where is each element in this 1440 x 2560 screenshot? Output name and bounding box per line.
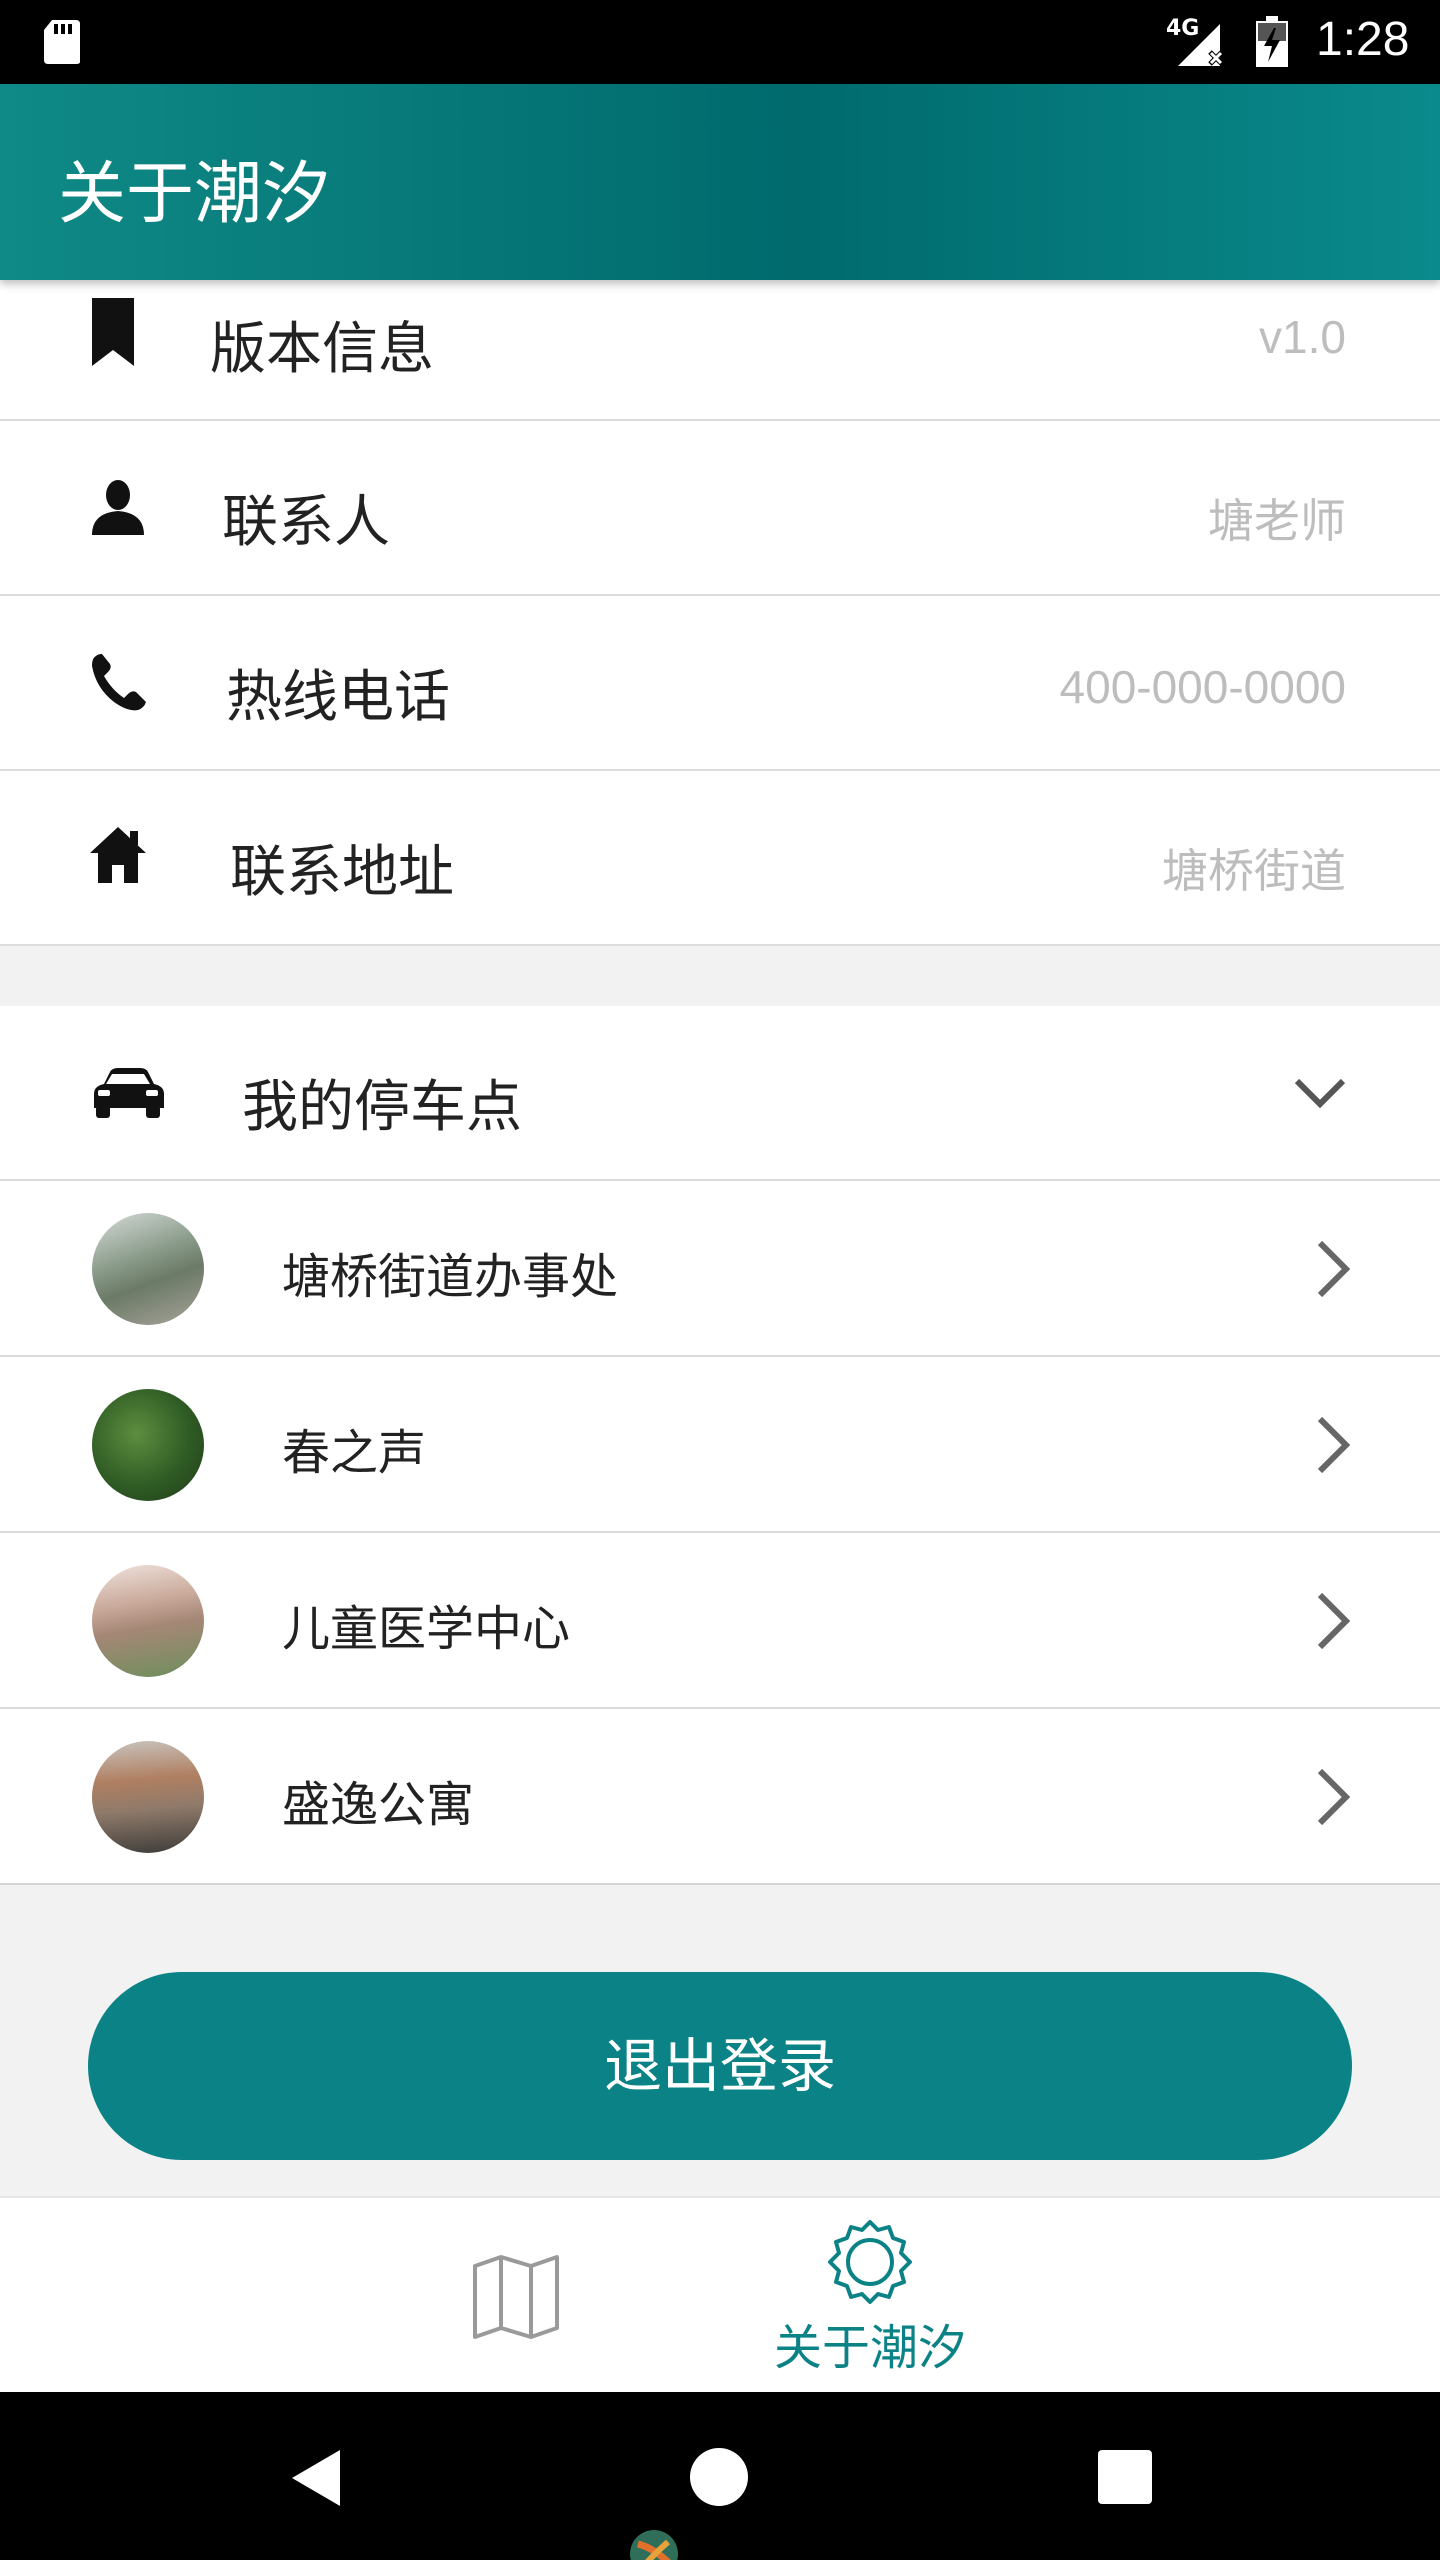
parking-item-label: 儿童医学中心 [282,1601,571,1657]
hotline-label: 热线电话 [226,665,450,730]
version-value: v1.0 [1259,311,1346,363]
chevron-right-icon [1317,1416,1351,1474]
parking-header[interactable]: 我的停车点 [0,1006,1440,1181]
parking-thumbnail [92,1565,204,1677]
info-list: 版本信息 v1.0 联系人 塘老师 热线电话 400-000-0000 联系地址… [0,280,1440,946]
car-icon [94,1068,164,1118]
hotline-value: 400-000-0000 [1059,661,1346,713]
system-nav-bar [0,2392,1440,2560]
signal-icon [1178,24,1224,66]
parking-item-children-medical[interactable]: 儿童医学中心 [0,1533,1440,1709]
sd-card-icon [44,20,80,64]
address-value: 塘桥街道 [1162,845,1346,897]
parking-item-label: 春之声 [282,1425,427,1481]
clock: 1:28 [1316,13,1410,66]
page-title: 关于潮汐 [58,155,331,234]
chevron-right-icon [1317,1768,1351,1826]
map-icon[interactable] [472,2254,560,2340]
chevron-right-icon [1317,1592,1351,1650]
recents-icon[interactable] [1098,2450,1152,2504]
phone-icon [92,654,146,711]
tab-about[interactable]: 关于潮汐 [770,2308,970,2378]
parking-item-tangqiao[interactable]: 塘桥街道办事处 [0,1181,1440,1357]
parking-item-label: 塘桥街道办事处 [282,1249,619,1305]
contact-value: 塘老师 [1208,495,1346,547]
address-row: 联系地址 塘桥街道 [0,771,1440,946]
parking-item-chunzhisheng[interactable]: 春之声 [0,1357,1440,1533]
address-label: 联系地址 [230,840,454,905]
status-bar: 4G 1:28 [0,0,1440,84]
parking-thumbnail [92,1213,204,1325]
gear-icon[interactable] [826,2218,914,2306]
version-label: 版本信息 [210,317,434,382]
parking-list: 我的停车点 塘桥街道办事处 春之声 儿童医学中心 盛逸公寓 [0,1006,1440,1885]
chevron-down-icon[interactable] [1294,1078,1346,1108]
home-button-icon[interactable] [690,2448,748,2506]
logout-button[interactable]: 退出登录 [88,1972,1352,2160]
app-bar: 关于潮汐 [0,84,1440,280]
contact-label: 联系人 [222,490,390,555]
parking-thumbnail [92,1389,204,1501]
parking-header-label: 我的停车点 [242,1075,522,1140]
battery-charging-icon [1256,16,1288,67]
parking-item-label: 盛逸公寓 [282,1777,475,1833]
back-icon[interactable] [290,2448,342,2508]
person-icon [92,480,144,535]
home-icon [90,827,146,883]
contact-row: 联系人 塘老师 [0,421,1440,596]
parking-item-shengyi[interactable]: 盛逸公寓 [0,1709,1440,1885]
bottom-nav: 关于潮汐 [0,2196,1440,2392]
version-row: 版本信息 v1.0 [0,280,1440,421]
bookmark-icon [92,298,134,366]
parking-thumbnail [92,1741,204,1853]
app-logo-icon [630,2530,678,2560]
hotline-row[interactable]: 热线电话 400-000-0000 [0,596,1440,771]
chevron-right-icon [1317,1240,1351,1298]
